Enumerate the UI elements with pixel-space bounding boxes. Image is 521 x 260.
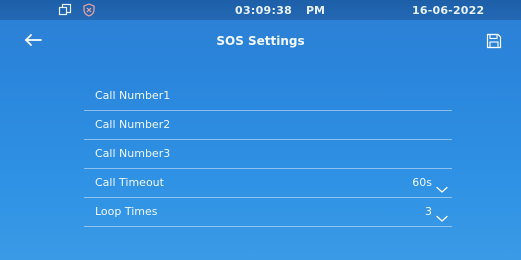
loop-times-value: 3 [425, 205, 432, 218]
chevron-down-icon [436, 179, 448, 193]
sos-settings-screen: 03:09:38 PM 16-06-2022 SOS Settings Call… [0, 0, 521, 260]
call-number1-label: Call Number1 [95, 89, 171, 102]
status-date: 16-06-2022 [412, 4, 485, 17]
loop-times-label: Loop Times [95, 205, 158, 218]
windows-icon [58, 3, 72, 20]
save-icon [486, 33, 502, 53]
status-bar: 03:09:38 PM 16-06-2022 [0, 0, 521, 20]
call-number2-label: Call Number2 [95, 118, 171, 131]
call-number1-field[interactable]: Call Number1 [84, 82, 452, 111]
chevron-down-icon [436, 208, 448, 222]
page-title: SOS Settings [216, 34, 305, 48]
save-button[interactable] [486, 33, 502, 49]
loop-times-select[interactable]: Loop Times 3 [84, 198, 452, 227]
call-number3-field[interactable]: Call Number3 [84, 140, 452, 169]
call-number2-field[interactable]: Call Number2 [84, 111, 452, 140]
settings-list: Call Number1 Call Number2 Call Number3 C… [84, 82, 452, 227]
header-bar: SOS Settings [0, 24, 521, 60]
status-time: 03:09:38 [235, 4, 293, 17]
call-timeout-select[interactable]: Call Timeout 60s [84, 169, 452, 198]
status-ampm: PM [306, 4, 326, 17]
call-timeout-value: 60s [412, 176, 432, 189]
call-number3-label: Call Number3 [95, 147, 171, 160]
shield-x-icon [82, 3, 96, 20]
call-timeout-label: Call Timeout [95, 176, 164, 189]
